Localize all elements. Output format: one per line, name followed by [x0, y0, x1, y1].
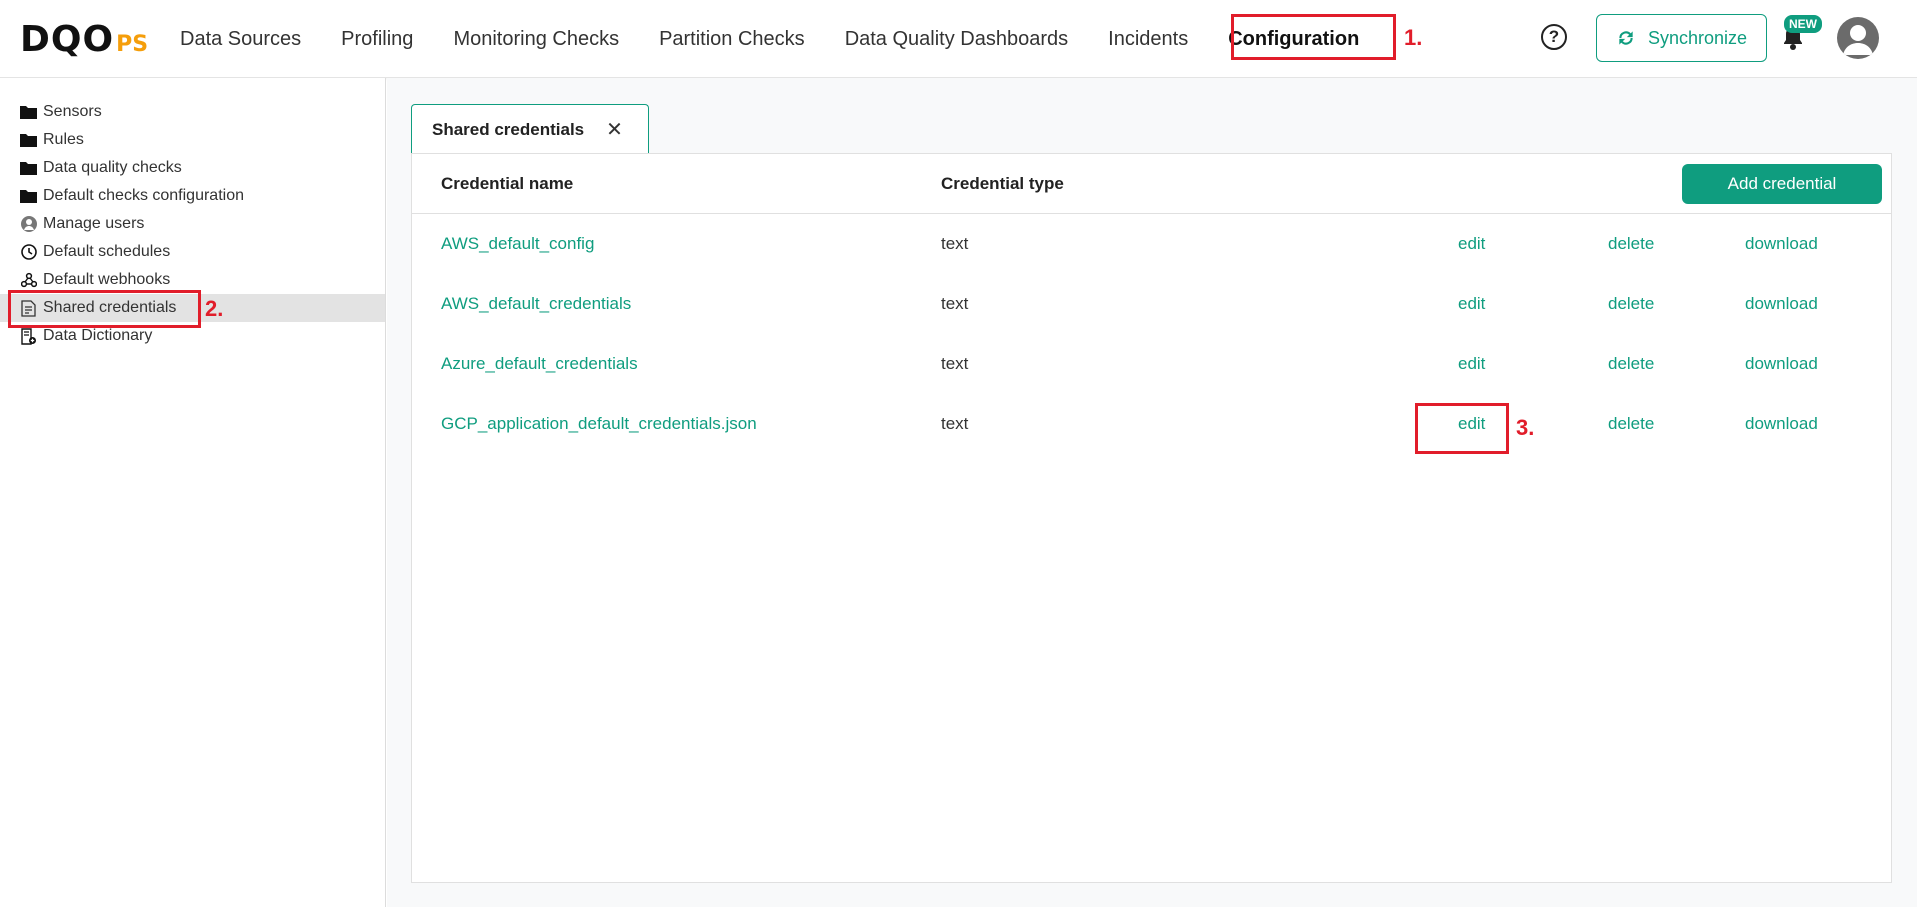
nav-data-sources[interactable]: Data Sources	[180, 28, 301, 51]
tab-shared-credentials[interactable]: Shared credentials ✕	[411, 104, 649, 154]
credentials-panel: Credential name Credential type Add cred…	[411, 153, 1892, 883]
folder-icon	[20, 188, 37, 205]
credential-name-link[interactable]: AWS_default_config	[441, 234, 594, 254]
user-icon	[20, 216, 37, 233]
table-row: Azure_default_credentials text edit dele…	[412, 334, 1891, 394]
download-button[interactable]: download	[1745, 234, 1818, 254]
folder-icon	[20, 104, 37, 121]
sidebar-item-label: Data quality checks	[43, 159, 182, 176]
logo-main-text: DQO	[20, 19, 115, 60]
sync-icon	[1619, 31, 1633, 45]
nav-partition-checks[interactable]: Partition Checks	[659, 28, 805, 51]
user-avatar-icon	[1843, 25, 1873, 55]
nav-incidents[interactable]: Incidents	[1108, 28, 1188, 51]
top-header: DQO PS Data Sources Profiling Monitoring…	[0, 0, 1917, 78]
main-content: Shared credentials ✕ Credential name Cre…	[387, 78, 1917, 907]
annotation-number-3: 3.	[1516, 415, 1535, 440]
annotation-box-edit	[1415, 403, 1509, 454]
annotation-number-1: 1.	[1404, 25, 1423, 50]
edit-button[interactable]: edit	[1458, 234, 1485, 254]
sidebar-item-label: Rules	[43, 131, 84, 148]
annotation-number-2: 2.	[205, 296, 224, 321]
sidebar-item-label: Sensors	[43, 103, 102, 120]
edit-button[interactable]: edit	[1458, 354, 1485, 374]
nav-profiling[interactable]: Profiling	[341, 28, 413, 51]
annotation-box-shared-credentials	[8, 290, 201, 328]
delete-button[interactable]: delete	[1608, 234, 1654, 254]
edit-button[interactable]: edit	[1458, 294, 1485, 314]
webhook-icon	[20, 272, 37, 289]
annotation-box-configuration	[1231, 14, 1396, 60]
sidebar-item-manage-users[interactable]: Manage users	[0, 210, 385, 238]
credential-type: text	[941, 234, 969, 253]
add-credential-button[interactable]: Add credential	[1682, 164, 1882, 204]
sidebar-item-data-quality-checks[interactable]: Data quality checks	[0, 154, 385, 182]
new-badge: NEW	[1784, 15, 1822, 33]
sidebar-item-label: Manage users	[43, 215, 145, 232]
credential-name-link[interactable]: GCP_application_default_credentials.json	[441, 414, 757, 434]
sidebar-item-rules[interactable]: Rules	[0, 126, 385, 154]
close-icon[interactable]: ✕	[606, 117, 623, 142]
download-button[interactable]: download	[1745, 294, 1818, 314]
sidebar-item-label: Default checks configuration	[43, 187, 244, 204]
credential-type: text	[941, 354, 969, 373]
table-header: Credential name Credential type Add cred…	[412, 154, 1891, 214]
column-header-credential-type: Credential type	[941, 174, 1064, 193]
folder-icon	[20, 132, 37, 149]
avatar[interactable]	[1837, 17, 1879, 59]
column-header-credential-name: Credential name	[441, 174, 574, 193]
sidebar-item-label: Default webhooks	[43, 271, 171, 288]
main-nav: Data Sources Profiling Monitoring Checks…	[180, 0, 1399, 78]
credential-name-link[interactable]: Azure_default_credentials	[441, 354, 638, 374]
nav-data-quality-dashboards[interactable]: Data Quality Dashboards	[845, 28, 1068, 51]
synchronize-button[interactable]: Synchronize	[1596, 14, 1767, 62]
credential-type: text	[941, 294, 969, 313]
delete-button[interactable]: delete	[1608, 414, 1654, 434]
clock-icon	[20, 244, 37, 261]
table-row: AWS_default_config text edit delete down…	[412, 214, 1891, 274]
logo-suffix-text: PS	[116, 32, 149, 57]
sidebar-item-label: Data Dictionary	[43, 327, 153, 344]
table-row: GCP_application_default_credentials.json…	[412, 394, 1891, 454]
download-button[interactable]: download	[1745, 414, 1818, 434]
nav-monitoring-checks[interactable]: Monitoring Checks	[453, 28, 619, 51]
sidebar: Sensors Rules Data quality checks Defaul…	[0, 78, 386, 907]
sidebar-item-label: Default schedules	[43, 243, 171, 260]
sidebar-item-sensors[interactable]: Sensors	[0, 98, 385, 126]
table-row: AWS_default_credentials text edit delete…	[412, 274, 1891, 334]
download-button[interactable]: download	[1745, 354, 1818, 374]
credential-type: text	[941, 414, 969, 433]
dqops-logo[interactable]: DQO PS	[20, 18, 148, 58]
tab-label: Shared credentials	[432, 119, 585, 139]
dictionary-icon	[20, 327, 37, 345]
folder-icon	[20, 160, 37, 177]
sidebar-item-default-checks-configuration[interactable]: Default checks configuration	[0, 182, 385, 210]
delete-button[interactable]: delete	[1608, 354, 1654, 374]
help-icon[interactable]: ?	[1541, 24, 1567, 50]
synchronize-label: Synchronize	[1647, 27, 1748, 48]
sidebar-item-default-schedules[interactable]: Default schedules	[0, 238, 385, 266]
credential-name-link[interactable]: AWS_default_credentials	[441, 294, 631, 314]
delete-button[interactable]: delete	[1608, 294, 1654, 314]
